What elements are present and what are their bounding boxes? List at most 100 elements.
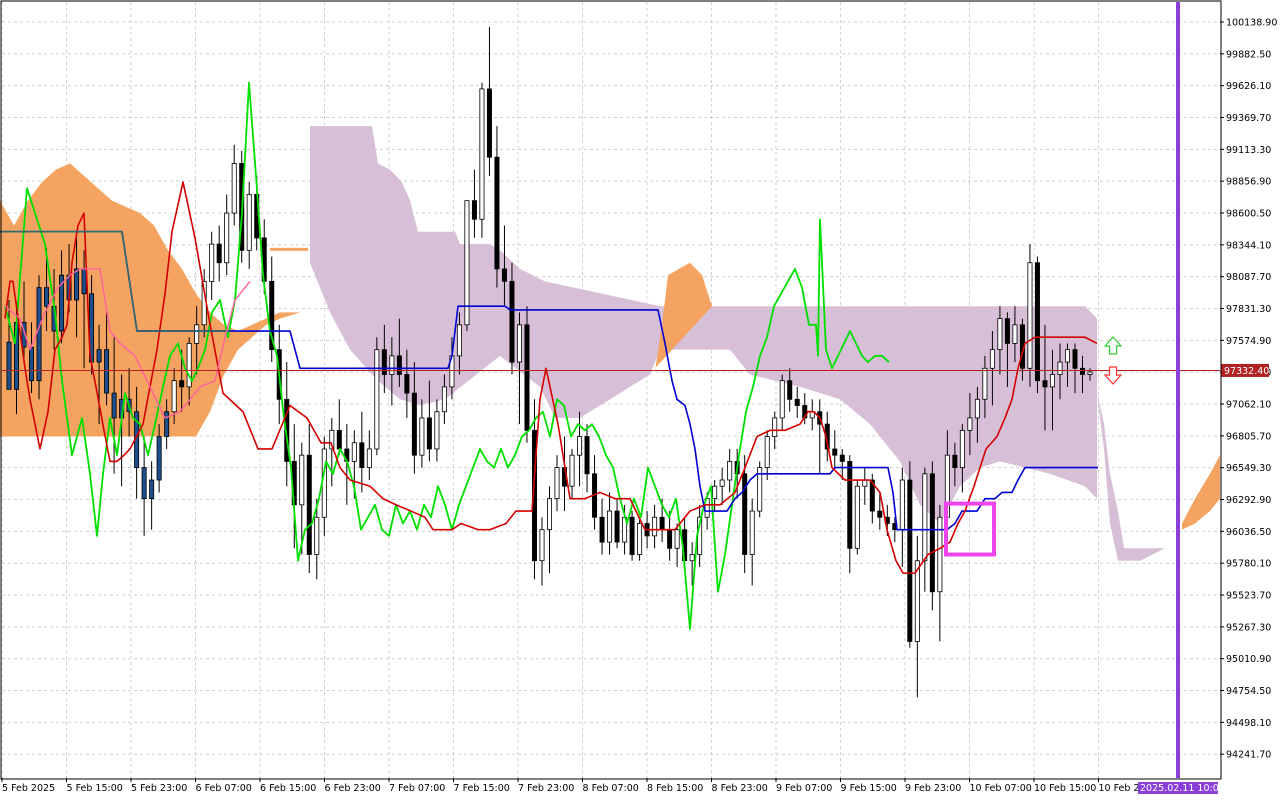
candle-bearish <box>426 417 432 450</box>
candle-bearish <box>1072 349 1078 369</box>
candle-bullish <box>366 448 372 469</box>
price-label: 95780.10 <box>1226 559 1271 570</box>
candle-bullish <box>374 349 380 450</box>
current-price-label: 97332.40 <box>1224 366 1269 377</box>
candle-bullish <box>1064 349 1070 363</box>
candle-bearish <box>524 324 530 431</box>
time-label: 5 Feb 2025 <box>2 783 55 794</box>
candle-bullish <box>997 318 1003 351</box>
candle-bullish <box>231 163 237 214</box>
candle-bearish <box>1034 262 1040 382</box>
candle-bearish <box>6 341 12 390</box>
candle-bearish <box>216 243 222 264</box>
price-label: 96036.50 <box>1226 527 1271 538</box>
candle-bearish <box>396 355 402 375</box>
candle-bullish <box>149 479 155 500</box>
time-label: 5 Feb 23:00 <box>131 783 187 794</box>
candle-bullish <box>637 523 643 555</box>
candle-bearish <box>584 436 590 475</box>
candle-bearish <box>179 380 185 388</box>
candle-bullish <box>156 436 162 481</box>
candle-bullish <box>719 479 725 487</box>
candle-bearish <box>336 429 342 450</box>
candle-bearish <box>667 529 673 549</box>
candle-bullish <box>434 411 440 450</box>
candle-bearish <box>629 516 635 555</box>
candle-bullish <box>1087 371 1093 375</box>
time-label: 8 Feb 15:00 <box>647 783 703 794</box>
time-label: 6 Feb 07:00 <box>196 783 252 794</box>
candle-bullish <box>479 88 485 220</box>
time-label: 9 Feb 23:00 <box>905 783 961 794</box>
candle-bullish <box>554 467 560 500</box>
price-label: 97062.10 <box>1226 400 1271 411</box>
candle-bullish <box>652 516 658 537</box>
candle-bullish <box>1057 361 1063 375</box>
candle-bearish <box>787 380 793 400</box>
candle-bearish <box>929 473 935 593</box>
time-label: 7 Feb 23:00 <box>518 783 574 794</box>
candle-bullish <box>36 287 42 382</box>
candle-bullish <box>727 460 733 481</box>
candle-bullish <box>74 268 80 301</box>
price-label: 94498.10 <box>1226 718 1271 729</box>
time-label: 10 Feb 07:00 <box>970 783 1032 794</box>
price-label: 97574.90 <box>1226 336 1271 347</box>
kumo-bullish-sliver <box>270 247 308 251</box>
ichimoku-chart: 100138.90 99882.50 99626.10 99369.70 99113.3… <box>0 0 1280 800</box>
candle-bearish <box>141 467 147 500</box>
price-label: 95523.70 <box>1226 591 1271 602</box>
price-label: 99626.10 <box>1226 81 1271 92</box>
price-label: 99113.30 <box>1226 145 1271 156</box>
candle-bullish <box>607 510 613 543</box>
price-label: 98087.70 <box>1226 272 1271 283</box>
candle-bullish <box>96 349 102 363</box>
candle-bullish <box>899 479 905 531</box>
time-label: 8 Feb 07:00 <box>583 783 639 794</box>
candle-bullish <box>441 386 447 413</box>
candle-bearish <box>81 268 87 295</box>
candle-bullish <box>862 479 868 487</box>
price-label: 97831.30 <box>1226 304 1271 315</box>
candle-bullish <box>937 516 943 593</box>
candle-bearish <box>1079 367 1085 375</box>
time-label: 9 Feb 15:00 <box>841 783 897 794</box>
candle-bullish <box>389 355 395 375</box>
price-label: 98856.90 <box>1226 177 1271 188</box>
candle-bullish <box>959 429 965 468</box>
candle-bullish <box>967 417 973 431</box>
candle-bearish <box>847 460 853 549</box>
time-label: 10 Feb 15:00 <box>1034 783 1096 794</box>
candle-bullish <box>164 411 170 437</box>
candle-bearish <box>501 268 507 282</box>
candle-bullish <box>689 554 695 562</box>
time-label: 9 Feb 07:00 <box>776 783 832 794</box>
price-label: 98600.50 <box>1226 209 1271 220</box>
candle-bearish <box>877 510 883 518</box>
candle-bullish <box>989 349 995 369</box>
candle-bearish <box>1004 318 1010 344</box>
candle-bullish <box>246 194 252 251</box>
price-label: 95267.30 <box>1226 622 1271 633</box>
candle-bullish <box>749 510 755 555</box>
price-label: 96805.70 <box>1226 431 1271 442</box>
candle-bearish <box>907 479 913 642</box>
time-marker-label: 2025.02.11 10:00 <box>1140 783 1225 794</box>
candle-bullish <box>779 380 785 419</box>
candle-bearish <box>794 398 800 406</box>
candle-bullish <box>539 529 545 562</box>
time-label: 6 Feb 23:00 <box>325 783 381 794</box>
candle-bearish <box>952 454 958 468</box>
price-label: 94241.70 <box>1226 750 1271 761</box>
candle-bullish <box>674 529 680 549</box>
candle-bullish <box>209 243 215 282</box>
candle-bullish <box>569 454 575 487</box>
candle-bullish <box>982 367 988 400</box>
candle-bearish <box>104 349 110 394</box>
candle-bullish <box>1012 324 1018 344</box>
candle-bearish <box>471 200 477 220</box>
price-label: 96292.90 <box>1226 495 1271 506</box>
price-label: 95010.90 <box>1226 654 1271 665</box>
candle-bearish <box>599 516 605 543</box>
candle-bullish <box>809 411 815 419</box>
